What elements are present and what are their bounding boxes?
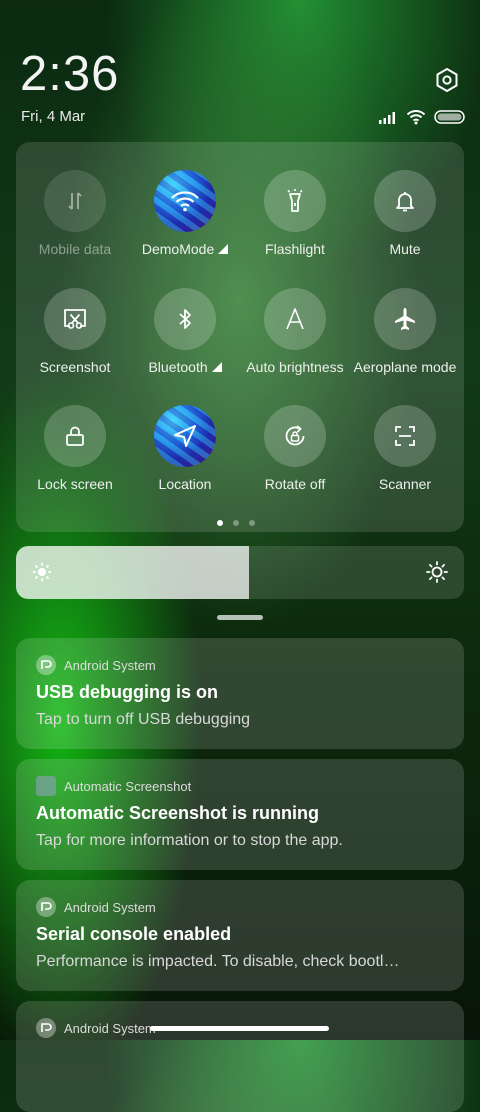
android-system-icon <box>36 1018 56 1038</box>
tile-label: Aeroplane mode <box>353 359 457 375</box>
tile-location[interactable]: Location <box>130 405 240 515</box>
android-system-icon <box>36 897 56 917</box>
tile-rotate-off-button[interactable] <box>264 405 326 467</box>
location-arrow-icon <box>174 425 196 447</box>
bluetooth-icon <box>179 309 191 329</box>
tile-label: Location <box>158 476 212 492</box>
tile-mobile-data-button[interactable] <box>44 170 106 232</box>
bell-icon <box>396 192 414 212</box>
tile-label: DemoMode <box>141 241 215 257</box>
scanner-icon <box>395 426 415 446</box>
settings-icon <box>436 68 458 92</box>
brightness-low-icon <box>32 562 52 582</box>
airplane-icon <box>395 308 415 330</box>
tile-bluetooth[interactable]: Bluetooth <box>130 288 240 398</box>
scissors-icon <box>64 309 86 329</box>
tile-rotate-off[interactable]: Rotate off <box>240 405 350 515</box>
notification-app-name: Android System <box>64 1020 156 1036</box>
tile-label: Screenshot <box>39 359 111 375</box>
tile-scanner-button[interactable] <box>374 405 436 467</box>
mobile-data-icon <box>68 192 82 210</box>
page-indicator <box>217 520 255 526</box>
notification-app-row: Android System <box>36 655 156 675</box>
tile-label: Scanner <box>378 476 432 492</box>
tile-lock-screen-button[interactable] <box>44 405 106 467</box>
status-area: 2:36 Fri, 4 Mar <box>0 0 480 140</box>
notification-card[interactable]: Android System Serial console enabled Pe… <box>16 880 464 991</box>
tile-label: Flashlight <box>265 241 325 257</box>
tile-mobile-data[interactable]: Mobile data <box>20 170 130 280</box>
tile-label: Rotate off <box>264 476 326 492</box>
expand-triangle-icon <box>211 362 222 372</box>
notification-title: Serial console enabled <box>36 924 232 944</box>
brightness-high-icon <box>426 561 448 583</box>
rotate-lock-icon <box>285 425 305 446</box>
expand-triangle-icon <box>218 244 229 254</box>
tile-mute[interactable]: Mute <box>350 170 460 280</box>
tile-auto-brightness[interactable]: Auto brightness <box>240 288 350 398</box>
tile-label: Bluetooth <box>148 359 208 375</box>
tile-demomode-button[interactable] <box>154 170 216 232</box>
tile-aeroplane-mode[interactable]: Aeroplane mode <box>350 288 460 398</box>
notification-title: Automatic Screenshot is running <box>36 803 320 823</box>
brightness-slider[interactable] <box>16 546 464 599</box>
tile-location-button[interactable] <box>154 405 216 467</box>
tile-aeroplane-mode-button[interactable] <box>374 288 436 350</box>
notification-card[interactable]: Automatic Screenshot Automatic Screensho… <box>16 759 464 870</box>
settings-button[interactable] <box>433 66 461 94</box>
page-dot-1[interactable] <box>217 520 223 526</box>
tile-lock-screen[interactable]: Lock screen <box>20 405 130 515</box>
notification-card[interactable]: Android System <box>16 1001 464 1112</box>
page-dot-3[interactable] <box>249 520 255 526</box>
android-system-icon <box>36 655 56 675</box>
notification-body: Performance is impacted. To disable, che… <box>36 953 400 970</box>
lock-icon <box>66 426 84 446</box>
auto-brightness-icon <box>286 308 304 330</box>
tile-auto-brightness-button[interactable] <box>264 288 326 350</box>
tile-screenshot[interactable]: Screenshot <box>20 288 130 398</box>
notification-app-row: Android System <box>36 1018 156 1038</box>
page-dot-2[interactable] <box>233 520 239 526</box>
battery-icon <box>434 110 465 124</box>
notification-app-name: Android System <box>64 899 156 915</box>
notification-body: Tap for more information or to stop the … <box>36 832 343 849</box>
tile-flashlight[interactable]: Flashlight <box>240 170 350 280</box>
tile-label: Mobile data <box>38 241 112 257</box>
tile-flashlight-button[interactable] <box>264 170 326 232</box>
signal-icon <box>379 112 395 124</box>
tile-label: Auto brightness <box>246 359 344 375</box>
date[interactable]: Fri, 4 Mar <box>21 108 85 125</box>
flashlight-icon <box>287 189 303 212</box>
wifi-icon <box>406 110 426 125</box>
notification-title: USB debugging is on <box>36 682 218 702</box>
home-gesture-bar[interactable] <box>150 1026 329 1031</box>
clock[interactable]: 2:36 <box>20 46 119 102</box>
tile-label-row: Bluetooth <box>130 359 240 375</box>
tile-mute-button[interactable] <box>374 170 436 232</box>
tile-label-row: DemoMode <box>130 241 240 257</box>
panel-drag-handle[interactable] <box>217 615 263 620</box>
tile-label: Lock screen <box>37 476 113 492</box>
notification-body: Tap to turn off USB debugging <box>36 711 251 728</box>
wifi-icon <box>171 191 199 212</box>
tile-demomode[interactable]: DemoMode <box>130 170 240 280</box>
system-icons <box>378 108 466 126</box>
notification-card[interactable]: Android System USB debugging is on Tap t… <box>16 638 464 749</box>
quick-settings-panel: Mobile data DemoMode Flashlight Mute Scr… <box>16 142 464 532</box>
tile-screenshot-button[interactable] <box>44 288 106 350</box>
tile-bluetooth-button[interactable] <box>154 288 216 350</box>
tile-scanner[interactable]: Scanner <box>350 405 460 515</box>
notification-app-row: Android System <box>36 897 156 917</box>
notification-app-row: Automatic Screenshot <box>36 776 191 796</box>
tile-label: Mute <box>389 241 421 257</box>
notification-app-name: Automatic Screenshot <box>64 778 192 794</box>
notification-app-name: Android System <box>64 657 156 673</box>
automatic-screenshot-app-icon <box>36 776 56 796</box>
